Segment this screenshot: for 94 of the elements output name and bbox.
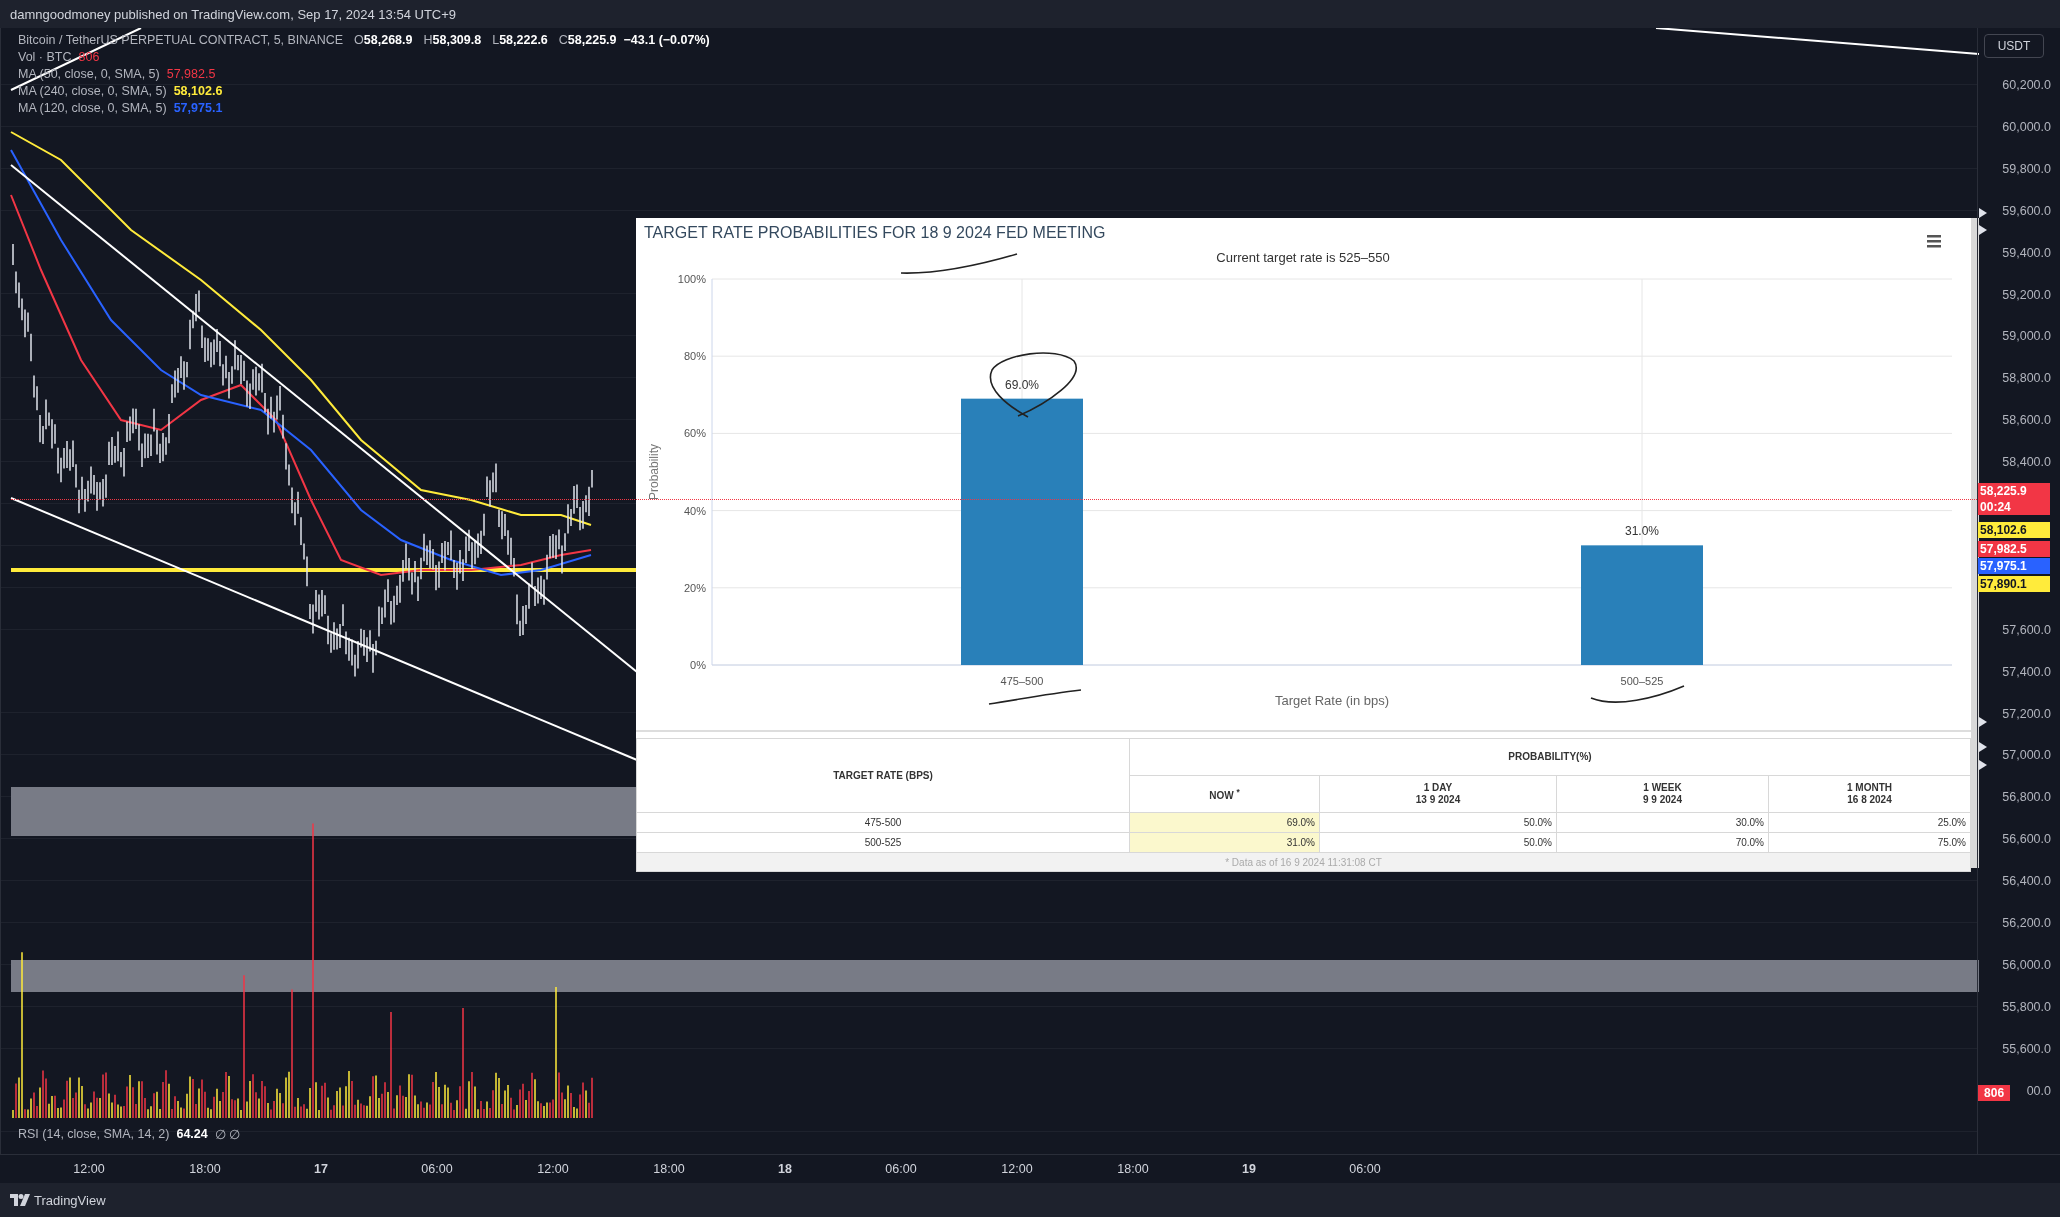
indicator-value: 806 bbox=[78, 49, 100, 66]
table-header-cell: NOW $^{*}$ bbox=[1129, 775, 1320, 813]
price-tick-label: 56,600.0 bbox=[2002, 831, 2051, 849]
indicator-name: Vol · BTC bbox=[18, 49, 72, 66]
price-tick-label: 59,000.0 bbox=[2002, 328, 2051, 346]
table-cell: 70.0% bbox=[1556, 832, 1769, 853]
time-tick-label: 18 bbox=[777, 1162, 793, 1176]
indicator-name: RSI (14, close, SMA, 14, 2) bbox=[18, 1127, 170, 1142]
price-tag: 806 bbox=[1978, 1085, 2011, 1101]
ohlc-value: H58,309.8 bbox=[423, 32, 482, 49]
price-tick-label: 00.0 bbox=[2026, 1082, 2051, 1100]
table-cell: 50.0% bbox=[1319, 832, 1557, 853]
time-tick-label: 12:00 bbox=[536, 1162, 570, 1176]
price-change: −43.1 (−0.07%) bbox=[623, 32, 710, 49]
price-tick-label: 56,400.0 bbox=[2002, 873, 2051, 891]
triangle-marker-icon bbox=[1979, 717, 1988, 727]
price-tick-label: 58,800.0 bbox=[2002, 370, 2051, 388]
price-tick-label: 57,200.0 bbox=[2002, 705, 2051, 723]
time-tick-label: 06:00 bbox=[884, 1162, 918, 1176]
indicator-name: MA (120, close, 0, SMA, 5) bbox=[18, 100, 167, 117]
price-tick-label: 56,800.0 bbox=[2002, 789, 2051, 807]
axis-tick-label: 100% bbox=[677, 273, 706, 285]
time-tick-label: 12:00 bbox=[72, 1162, 106, 1176]
price-tag: 57,975.1 bbox=[1978, 558, 2051, 574]
symbol-title: Bitcoin / TetherUS PERPETUAL CONTRACT, 5, BINANCE bbox=[18, 32, 344, 49]
price-tick-label: 57,400.0 bbox=[2002, 663, 2051, 681]
time-tick-label: 12:00 bbox=[1000, 1162, 1034, 1176]
indicator-value: 57,975.1 bbox=[173, 100, 223, 117]
price-tick-label: 56,200.0 bbox=[2002, 915, 2051, 932]
axis-tick-label: 40% bbox=[683, 504, 706, 517]
table-cell: 475-500 bbox=[636, 812, 1130, 833]
price-tick-label: 56,000.0 bbox=[2002, 956, 2051, 974]
time-tick-label: 18:00 bbox=[1116, 1162, 1150, 1176]
axis-title: Target Rate (in bps) bbox=[1274, 693, 1390, 708]
price-tick-label: 59,200.0 bbox=[2002, 286, 2051, 304]
price-tag: 57,890.1 bbox=[1978, 576, 2051, 592]
price-tick-label: 59,800.0 bbox=[2002, 160, 2051, 178]
triangle-marker-icon bbox=[1979, 225, 1988, 235]
price-tick-label: 55,800.0 bbox=[2002, 998, 2051, 1016]
table-header-cell: PROBABILITY(%) bbox=[1129, 738, 1971, 776]
table-cell: 50.0% bbox=[1319, 812, 1557, 833]
ohlc-value: L58,222.6 bbox=[492, 32, 548, 49]
axis-tick-label: 500–525 bbox=[1620, 675, 1664, 687]
currency-button[interactable]: USDT bbox=[1984, 34, 2045, 58]
logo-icon bbox=[10, 1194, 30, 1206]
menu-icon[interactable] bbox=[1927, 235, 1941, 248]
price-tick-label: 58,400.0 bbox=[2002, 454, 2051, 472]
price-tick-label: 59,400.0 bbox=[2002, 244, 2051, 262]
indicator-value: 64.24 bbox=[176, 1127, 208, 1142]
ohlc-value: O58,268.9 bbox=[354, 32, 413, 49]
indicator-name: MA (240, close, 0, SMA, 5) bbox=[18, 83, 167, 100]
axis-tick-label: 20% bbox=[683, 581, 706, 594]
table-cell: 30.0% bbox=[1556, 812, 1769, 833]
ohlc-value: C58,225.9 bbox=[558, 32, 617, 49]
time-tick-label: 18:00 bbox=[652, 1162, 686, 1176]
triangle-marker-icon bbox=[1979, 760, 1988, 770]
time-tick-label: 06:00 bbox=[420, 1162, 454, 1176]
table-header-cell: 1 WEEK 9 9 2024 bbox=[1556, 775, 1769, 813]
price-tick-label: 57,000.0 bbox=[2002, 747, 2051, 765]
price-tick-label: 58,600.0 bbox=[2002, 412, 2051, 430]
indicator-marks: ∅ ∅ bbox=[214, 1127, 241, 1142]
price-tag: 58,225.9 00:24 bbox=[1978, 483, 2051, 515]
time-tick-label: 19 bbox=[1241, 1162, 1257, 1176]
time-tick-label: 06:00 bbox=[1348, 1162, 1382, 1176]
table-cell: 500-525 bbox=[636, 832, 1130, 853]
table-cell: 75.0% bbox=[1768, 832, 1971, 853]
time-tick-label: 17 bbox=[313, 1162, 329, 1176]
brand-name: TradingView bbox=[34, 1192, 106, 1208]
triangle-marker-icon bbox=[1979, 208, 1988, 218]
price-tick-label: 57,600.0 bbox=[2002, 621, 2051, 639]
price-tag: 57,982.5 bbox=[1978, 541, 2051, 557]
axis-tick-label: 475–500 bbox=[1000, 675, 1044, 687]
triangle-marker-icon bbox=[1979, 742, 1988, 752]
table-header-cell: 1 MONTH 16 8 2024 bbox=[1768, 775, 1971, 813]
table-header-cell: 1 DAY 13 9 2024 bbox=[1319, 775, 1557, 813]
axis-tick-label: 60% bbox=[683, 427, 706, 440]
price-tick-label: 60,000.0 bbox=[2002, 118, 2051, 136]
axis-tick-label: 0% bbox=[690, 659, 706, 671]
indicator-value: 58,102.6 bbox=[173, 83, 223, 100]
price-tick-label: 55,600.0 bbox=[2002, 1040, 2051, 1058]
bar-value-label: 31.0% bbox=[1625, 524, 1659, 539]
chart-subtitle: Current target rate is 525–550 bbox=[1216, 250, 1390, 265]
price-tick-label: 60,200.0 bbox=[2002, 77, 2051, 94]
bar-value-label: 69.0% bbox=[1005, 377, 1039, 392]
table-cell: 25.0% bbox=[1768, 812, 1971, 833]
indicator-value: 57,982.5 bbox=[166, 66, 216, 83]
publish-info: damngoodmoney published on TradingView.com, Sep 17, 2024 13:54 UTC+9 bbox=[10, 6, 457, 22]
axis-tick-label: 80% bbox=[683, 350, 706, 363]
table-header-cell: TARGET RATE (BPS) bbox=[636, 738, 1130, 813]
axis-title: Probability bbox=[647, 444, 661, 500]
price-tag: 58,102.6 bbox=[1978, 522, 2051, 538]
chart-title: TARGET RATE PROBABILITIES FOR 18 9 2024 FED MEETING bbox=[644, 224, 1106, 241]
time-tick-label: 18:00 bbox=[188, 1162, 222, 1176]
price-tick-label: 59,600.0 bbox=[2002, 202, 2051, 220]
